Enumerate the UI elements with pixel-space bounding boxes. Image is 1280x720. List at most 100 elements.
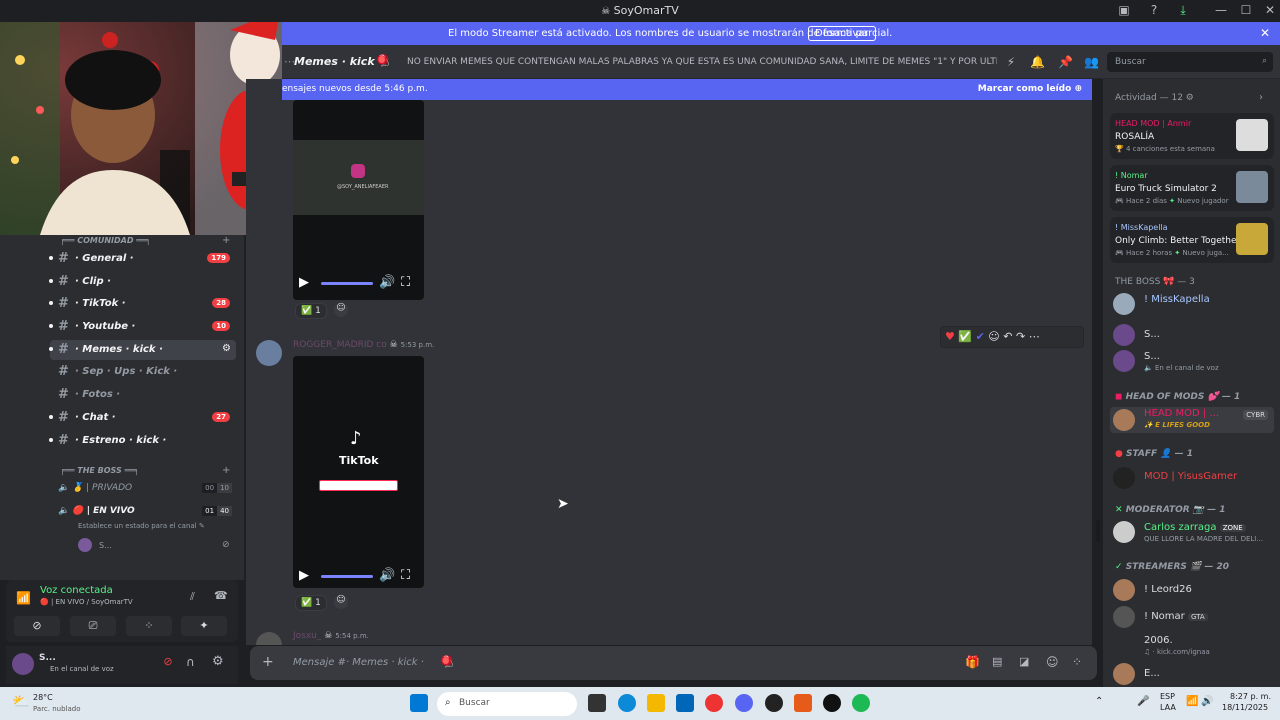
member-item[interactable]: S... 🔈 En el canal de voz — [1113, 350, 1273, 374]
volume-icon[interactable]: 🔊 — [379, 568, 395, 583]
member-item[interactable]: HEAD MOD | ... ✨ E LIFES GOOD CYBR — [1110, 407, 1274, 433]
activity-card[interactable]: ! Nomar Euro Truck Simulator 2 🎮 Hace 2 … — [1110, 165, 1274, 211]
new-messages-bar[interactable]: ensajes nuevos desde 5:46 p.m. Marcar co… — [282, 79, 1092, 100]
spotify-icon[interactable] — [852, 694, 870, 712]
reaction-check[interactable]: ✅ 1 — [295, 595, 327, 611]
volume-icon[interactable]: 🔊 — [379, 275, 395, 290]
task-view-icon[interactable] — [588, 694, 606, 712]
more-icon[interactable]: ⋯ — [1029, 330, 1040, 343]
sidebar-channel-sep-ups[interactable]: # · Sep · Ups · Kick · — [50, 362, 236, 382]
message-author[interactable]: ROGGER_MADRID — [293, 340, 373, 350]
member-item[interactable]: ! MissKapella — [1113, 293, 1273, 317]
add-reaction-icon[interactable]: ☺ — [334, 303, 348, 317]
steam-icon[interactable] — [823, 694, 841, 712]
voice-channel-en-vivo[interactable]: 🔈 🔴 | EN VIVO 01 40 — [58, 506, 236, 522]
taskbar-search[interactable]: ⌕ Buscar — [437, 692, 577, 716]
weather-icon[interactable]: ⛅ — [12, 694, 29, 710]
voice-channel-name[interactable]: | EN VIVO / SoyOmarTV — [51, 598, 133, 606]
discord-icon[interactable] — [735, 694, 753, 712]
microphone-icon[interactable]: 🎤 — [1137, 696, 1149, 707]
chrome-icon[interactable] — [705, 694, 723, 712]
notification-bell-icon[interactable]: 🔔 — [1030, 55, 1045, 69]
fullscreen-icon[interactable]: ⛶ — [401, 568, 410, 583]
member-item[interactable]: Carlos zarraga ZONE QUE LLORE LA MADRE DE… — [1113, 521, 1273, 545]
sidebar-channel-tiktok[interactable]: # · TikTok · 28 — [49, 294, 236, 314]
voice-channel-privado[interactable]: 🔈 🥇 | PRIVADO 00 10 — [58, 483, 236, 499]
sticker-icon[interactable]: ◪ — [1019, 655, 1029, 668]
avatar[interactable] — [256, 340, 282, 366]
sidebar-channel-estreno[interactable]: # · Estreno · kick · — [49, 431, 236, 451]
disable-streamer-button[interactable]: Desactivar — [808, 26, 876, 41]
threads-icon[interactable]: ⚡ — [1004, 55, 1018, 69]
volume-slider[interactable] — [321, 282, 373, 285]
channel-settings-icon[interactable]: ⚙ — [222, 343, 231, 354]
chevron-up-icon[interactable]: ⌃ — [1095, 696, 1103, 707]
heart-reaction-icon[interactable]: ♥ — [945, 330, 955, 343]
category-comunidad[interactable]: ╒══ COMUNIDAD ══╕ — [60, 236, 151, 245]
help-icon[interactable]: ? — [1144, 3, 1164, 19]
start-icon[interactable] — [410, 694, 428, 712]
voice-status[interactable]: Voz conectada — [40, 585, 113, 596]
check-reaction-icon[interactable]: ✅ — [958, 330, 972, 343]
avatar[interactable] — [256, 632, 282, 645]
sidebar-channel-clip[interactable]: # · Clip · — [49, 272, 236, 292]
obs-icon[interactable] — [765, 694, 783, 712]
noise-suppression-icon[interactable]: ⫽ — [190, 590, 195, 604]
forward-icon[interactable]: ↷ — [1016, 330, 1025, 343]
language-primary[interactable]: ESP — [1160, 692, 1175, 701]
member-item[interactable]: S... — [1113, 324, 1273, 348]
camera-off-icon[interactable]: ⊘ — [14, 616, 60, 636]
add-attachment-icon[interactable]: + — [262, 654, 274, 670]
member-item[interactable]: ! Leord26 — [1113, 579, 1273, 603]
activities-icon[interactable]: ⁘ — [126, 616, 172, 636]
message-composer[interactable]: + Mensaje #· Memes · kick · 🪀 🎁 ▤ ◪ ☺ ⁘ — [250, 646, 1097, 680]
soundboard-icon[interactable]: ✦ — [181, 616, 227, 636]
member-item[interactable]: MOD | YisusGamer — [1113, 467, 1273, 491]
add-reaction-icon[interactable]: ☺ — [988, 330, 999, 343]
settings-gear-icon[interactable]: ⚙ — [212, 654, 224, 669]
edge-icon[interactable] — [618, 694, 636, 712]
member-item[interactable]: 2006. ♫ · kick.com/ignaa — [1113, 634, 1273, 658]
voice-status-hint[interactable]: Establece un estado para el canal ✎ — [78, 522, 205, 530]
gift-icon[interactable]: 🎁 — [965, 655, 980, 669]
channel-topic[interactable]: NO ENVIAR MEMES QUE CONTENGAN MALAS PALA… — [407, 57, 997, 67]
pinned-messages-icon[interactable]: 📌 — [1058, 55, 1073, 69]
video-attachment[interactable]: ♪ TikTok ▶ 🔊 ⛶ — [293, 356, 424, 588]
chevron-right-icon[interactable]: › — [1259, 92, 1263, 103]
add-reaction-icon[interactable]: ☺ — [334, 595, 348, 609]
mic-muted-icon[interactable]: ⊘ — [158, 655, 178, 675]
file-explorer-icon[interactable] — [647, 694, 665, 712]
category-the-boss[interactable]: ╒══ THE BOSS ══╕ — [60, 466, 139, 475]
activity-card[interactable]: HEAD MOD | Anmir ROSALÍA 🏆 4 canciones e… — [1110, 113, 1274, 159]
activity-card[interactable]: ! MissKapella Only Climb: Better Togethe… — [1110, 217, 1274, 263]
apps-icon[interactable]: ⁘ — [1072, 655, 1082, 669]
store-icon[interactable] — [676, 694, 694, 712]
verified-reaction-icon[interactable]: ✔ — [976, 330, 985, 343]
user-name[interactable]: S... — [39, 653, 56, 663]
clock-time[interactable]: 8:27 p. m. — [1230, 692, 1271, 701]
headphones-icon[interactable]: ∩ — [186, 655, 195, 669]
disconnect-icon[interactable]: ☎ — [214, 589, 228, 602]
chat-scrollbar[interactable] — [1096, 520, 1100, 542]
close-icon[interactable]: ✕ — [1260, 26, 1270, 40]
member-list-icon[interactable]: 👥 — [1084, 55, 1099, 69]
reply-icon[interactable]: ↶ — [1003, 330, 1012, 343]
close-window-button[interactable]: ✕ — [1260, 3, 1280, 19]
minimize-button[interactable]: — — [1211, 3, 1231, 19]
play-icon[interactable]: ▶ — [299, 275, 309, 290]
add-channel-icon[interactable]: + — [222, 235, 230, 246]
download-icon[interactable]: ⤓ — [1173, 3, 1193, 19]
volume-icon[interactable]: 🔊 — [1201, 696, 1213, 707]
video-attachment[interactable]: @SOY_ANELIAFEAER ▶ 🔊 ⛶ — [293, 100, 424, 300]
volume-slider[interactable] — [321, 575, 373, 578]
message-author[interactable]: Josxu_ — [293, 631, 321, 641]
sidebar-channel-youtube[interactable]: # · Youtube · 10 — [49, 317, 236, 337]
mark-as-read-button[interactable]: Marcar como leído ⊕ — [978, 84, 1082, 94]
sidebar-channel-fotos[interactable]: # · Fotos · — [50, 385, 236, 405]
avatar[interactable] — [12, 653, 34, 675]
add-channel-icon[interactable]: + — [222, 465, 230, 476]
avatar[interactable] — [78, 538, 92, 552]
play-icon[interactable]: ▶ — [299, 568, 309, 583]
weather-temp[interactable]: 28°C — [33, 693, 53, 702]
member-item[interactable]: ! Nomar GTA — [1113, 606, 1273, 630]
